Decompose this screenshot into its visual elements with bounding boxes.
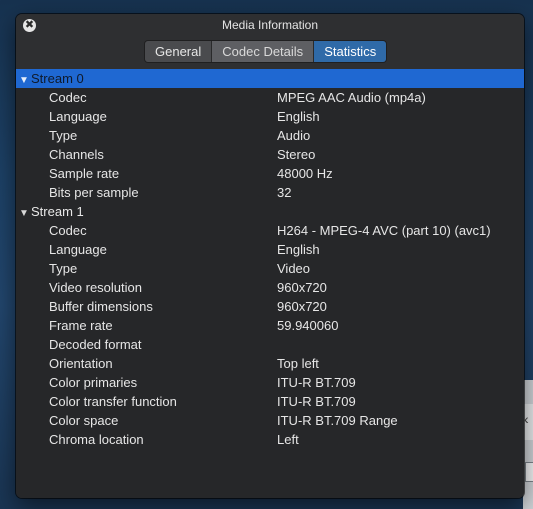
property-row[interactable]: Bits per sample 32 <box>16 183 524 202</box>
property-name: Channels <box>49 147 104 162</box>
property-row[interactable]: Type Video <box>16 259 524 278</box>
property-name: Color transfer function <box>49 394 177 409</box>
property-row[interactable]: Codec H264 - MPEG-4 AVC (part 10) (avc1) <box>16 221 524 240</box>
property-value: ITU-R BT.709 <box>277 394 356 409</box>
codec-tree: ▼ Stream 0 Codec MPEG AAC Audio (mp4a) La… <box>16 69 524 498</box>
property-value: Video <box>277 261 311 276</box>
property-row[interactable]: Orientation Top left <box>16 354 524 373</box>
property-value: ITU-R BT.709 Range <box>277 413 398 428</box>
tab-group: General Codec Details Statistics <box>144 40 388 63</box>
property-value: Left <box>277 432 299 447</box>
property-row[interactable]: Frame rate 59.940060 <box>16 316 524 335</box>
property-value: Stereo <box>277 147 316 162</box>
property-row[interactable]: Codec MPEG AAC Audio (mp4a) <box>16 88 524 107</box>
property-name: Buffer dimensions <box>49 299 153 314</box>
property-value: 48000 Hz <box>277 166 333 181</box>
property-name: Type <box>49 128 78 143</box>
property-value: 960x720 <box>277 299 327 314</box>
property-name: Type <box>49 261 78 276</box>
property-name: Orientation <box>49 356 113 371</box>
property-name: Sample rate <box>49 166 120 181</box>
property-name: Chroma location <box>49 432 144 447</box>
property-value: 59.940060 <box>277 318 339 333</box>
property-row[interactable]: Type Audio <box>16 126 524 145</box>
property-row[interactable]: Buffer dimensions 960x720 <box>16 297 524 316</box>
stream-label: Stream 1 <box>31 204 84 219</box>
property-name: Codec <box>49 90 87 105</box>
window-title: Media Information <box>221 18 319 32</box>
property-value: 960x720 <box>277 280 327 295</box>
property-name: Language <box>49 242 107 257</box>
property-value: H264 - MPEG-4 AVC (part 10) (avc1) <box>277 223 491 238</box>
desktop-background-strip <box>523 380 533 509</box>
property-value: 32 <box>277 185 292 200</box>
stream-label: Stream 0 <box>31 71 84 86</box>
property-row[interactable]: Decoded format <box>16 335 524 354</box>
property-value: English <box>277 242 320 257</box>
property-value: ITU-R BT.709 <box>277 375 356 390</box>
property-name: Color space <box>49 413 119 428</box>
property-row[interactable]: Color transfer function ITU-R BT.709 <box>16 392 524 411</box>
property-row[interactable]: Channels Stereo <box>16 145 524 164</box>
tab-codec-details[interactable]: Codec Details <box>212 41 315 62</box>
property-name: Language <box>49 109 107 124</box>
stream-0-row[interactable]: ▼ Stream 0 <box>16 69 524 88</box>
property-name: Decoded format <box>49 337 142 352</box>
property-row[interactable]: Video resolution 960x720 <box>16 278 524 297</box>
media-information-window: ✖ Media Information General Codec Detail… <box>16 14 524 498</box>
titlebar: ✖ Media Information <box>16 14 524 37</box>
stream-1-row[interactable]: ▼ Stream 1 <box>16 202 524 221</box>
property-name: Color primaries <box>49 375 138 390</box>
property-value: English <box>277 109 320 124</box>
tab-general[interactable]: General <box>145 41 213 62</box>
property-row[interactable]: Chroma location Left <box>16 430 524 449</box>
property-row[interactable]: Color space ITU-R BT.709 Range <box>16 411 524 430</box>
property-row[interactable]: Color primaries ITU-R BT.709 <box>16 373 524 392</box>
property-name: Bits per sample <box>49 185 139 200</box>
property-value: MPEG AAC Audio (mp4a) <box>277 90 426 105</box>
tab-statistics[interactable]: Statistics <box>314 41 387 62</box>
desktop-partial-box <box>525 462 533 482</box>
property-name: Codec <box>49 223 87 238</box>
property-name: Frame rate <box>49 318 113 333</box>
chevron-left-icon: ‹ <box>524 411 529 427</box>
property-row[interactable]: Sample rate 48000 Hz <box>16 164 524 183</box>
property-row[interactable]: Language English <box>16 107 524 126</box>
property-value: Audio <box>277 128 311 143</box>
property-name: Video resolution <box>49 280 142 295</box>
property-value: Top left <box>277 356 319 371</box>
property-row[interactable]: Language English <box>16 240 524 259</box>
